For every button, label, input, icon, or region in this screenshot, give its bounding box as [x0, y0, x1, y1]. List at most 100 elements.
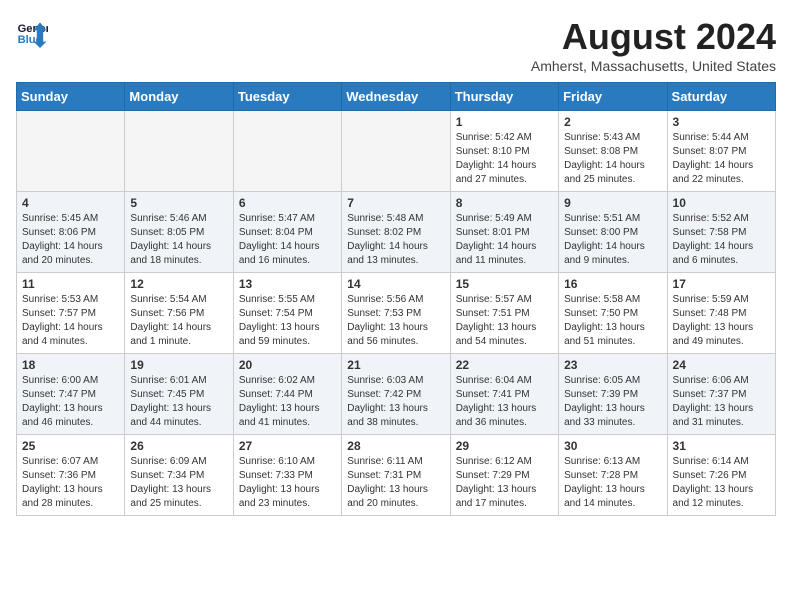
day-number: 11: [22, 277, 119, 291]
day-number: 30: [564, 439, 661, 453]
day-number: 9: [564, 196, 661, 210]
day-number: 23: [564, 358, 661, 372]
table-row: 16 Sunrise: 5:58 AM Sunset: 7:50 PM Dayli…: [559, 273, 667, 354]
table-row: 29Sunrise: 6:12 AM Sunset: 7:29 PM Dayli…: [450, 435, 558, 516]
calendar-week-row: 18Sunrise: 6:00 AM Sunset: 7:47 PM Dayli…: [17, 354, 776, 435]
table-row: 5Sunrise: 5:46 AM Sunset: 8:05 PM Daylig…: [125, 192, 233, 273]
day-number: 25: [22, 439, 119, 453]
header: General Blue August 2024 Amherst, Massac…: [16, 16, 776, 74]
title-area: August 2024 Amherst, Massachusetts, Unit…: [531, 16, 776, 74]
table-row: 30 Sunrise: 6:13 AM Sunset: 7:28 PM Dayli…: [559, 435, 667, 516]
table-row: 7 Sunrise: 5:48 AM Sunset: 8:02 PM Daylig…: [342, 192, 450, 273]
table-row: 4 Sunrise: 5:45 AM Sunset: 8:06 PM Daylig…: [17, 192, 125, 273]
day-number: 16: [564, 277, 661, 291]
table-row: 11 Sunrise: 5:53 AM Sunset: 7:57 PM Dayli…: [17, 273, 125, 354]
day-detail: Sunrise: 5:56 AM Sunset: 7:53 PM Dayligh…: [347, 293, 444, 349]
logo: General Blue: [16, 16, 48, 48]
day-number: 13: [239, 277, 336, 291]
day-number: 14: [347, 277, 444, 291]
table-row: 9 Sunrise: 5:51 AM Sunset: 8:00 PM Daylig…: [559, 192, 667, 273]
day-detail: Sunrise: 5:44 AM Sunset: 8:07 PM Dayligh…: [673, 131, 770, 187]
day-detail: Sunrise: 5:42 AM Sunset: 8:10 PM Dayligh…: [456, 131, 553, 187]
table-row: 13 Sunrise: 5:55 AM Sunset: 7:54 PM Dayli…: [233, 273, 341, 354]
day-number: 19: [130, 358, 227, 372]
table-row: 22 Sunrise: 6:04 AM Sunset: 7:41 PM Dayli…: [450, 354, 558, 435]
table-row: 2 Sunrise: 5:43 AM Sunset: 8:08 PM Daylig…: [559, 111, 667, 192]
day-number: 1: [456, 115, 553, 129]
table-row: [233, 111, 341, 192]
table-row: 8Sunrise: 5:49 AM Sunset: 8:01 PM Daylig…: [450, 192, 558, 273]
day-detail: Sunrise: 6:04 AM Sunset: 7:41 PM Dayligh…: [456, 374, 553, 430]
table-row: 27 Sunrise: 6:10 AM Sunset: 7:33 PM Dayli…: [233, 435, 341, 516]
day-detail: Sunrise: 5:45 AM Sunset: 8:06 PM Dayligh…: [22, 212, 119, 268]
day-detail: Sunrise: 6:09 AM Sunset: 7:34 PM Dayligh…: [130, 455, 227, 511]
day-detail: Sunrise: 5:52 AM Sunset: 7:58 PM Dayligh…: [673, 212, 770, 268]
month-title: August 2024: [531, 16, 776, 58]
day-number: 2: [564, 115, 661, 129]
table-row: 15Sunrise: 5:57 AM Sunset: 7:51 PM Dayli…: [450, 273, 558, 354]
day-detail: Sunrise: 6:01 AM Sunset: 7:45 PM Dayligh…: [130, 374, 227, 430]
table-row: 28Sunrise: 6:11 AM Sunset: 7:31 PM Dayli…: [342, 435, 450, 516]
day-number: 3: [673, 115, 770, 129]
day-detail: Sunrise: 6:05 AM Sunset: 7:39 PM Dayligh…: [564, 374, 661, 430]
day-number: 28: [347, 439, 444, 453]
day-detail: Sunrise: 5:48 AM Sunset: 8:02 PM Dayligh…: [347, 212, 444, 268]
day-number: 6: [239, 196, 336, 210]
table-row: 23 Sunrise: 6:05 AM Sunset: 7:39 PM Dayli…: [559, 354, 667, 435]
weekday-header-wednesday: Wednesday: [342, 83, 450, 111]
location: Amherst, Massachusetts, United States: [531, 58, 776, 74]
day-number: 17: [673, 277, 770, 291]
day-number: 18: [22, 358, 119, 372]
table-row: [17, 111, 125, 192]
calendar-week-row: 1 Sunrise: 5:42 AM Sunset: 8:10 PM Daylig…: [17, 111, 776, 192]
weekday-header-saturday: Saturday: [667, 83, 775, 111]
day-number: 4: [22, 196, 119, 210]
day-number: 27: [239, 439, 336, 453]
day-number: 7: [347, 196, 444, 210]
day-detail: Sunrise: 6:14 AM Sunset: 7:26 PM Dayligh…: [673, 455, 770, 511]
day-detail: Sunrise: 6:10 AM Sunset: 7:33 PM Dayligh…: [239, 455, 336, 511]
weekday-header-friday: Friday: [559, 83, 667, 111]
day-number: 31: [673, 439, 770, 453]
table-row: 25 Sunrise: 6:07 AM Sunset: 7:36 PM Dayli…: [17, 435, 125, 516]
day-detail: Sunrise: 5:43 AM Sunset: 8:08 PM Dayligh…: [564, 131, 661, 187]
calendar-week-row: 4 Sunrise: 5:45 AM Sunset: 8:06 PM Daylig…: [17, 192, 776, 273]
table-row: 6 Sunrise: 5:47 AM Sunset: 8:04 PM Daylig…: [233, 192, 341, 273]
day-detail: Sunrise: 5:54 AM Sunset: 7:56 PM Dayligh…: [130, 293, 227, 349]
day-detail: Sunrise: 5:51 AM Sunset: 8:00 PM Dayligh…: [564, 212, 661, 268]
day-number: 20: [239, 358, 336, 372]
day-detail: Sunrise: 6:07 AM Sunset: 7:36 PM Dayligh…: [22, 455, 119, 511]
table-row: 31 Sunrise: 6:14 AM Sunset: 7:26 PM Dayli…: [667, 435, 775, 516]
table-row: [342, 111, 450, 192]
day-detail: Sunrise: 6:13 AM Sunset: 7:28 PM Dayligh…: [564, 455, 661, 511]
day-detail: Sunrise: 5:59 AM Sunset: 7:48 PM Dayligh…: [673, 293, 770, 349]
table-row: 12 Sunrise: 5:54 AM Sunset: 7:56 PM Dayli…: [125, 273, 233, 354]
table-row: 20 Sunrise: 6:02 AM Sunset: 7:44 PM Dayli…: [233, 354, 341, 435]
table-row: [125, 111, 233, 192]
table-row: 17 Sunrise: 5:59 AM Sunset: 7:48 PM Dayli…: [667, 273, 775, 354]
table-row: 21 Sunrise: 6:03 AM Sunset: 7:42 PM Dayli…: [342, 354, 450, 435]
day-number: 8: [456, 196, 553, 210]
table-row: 24Sunrise: 6:06 AM Sunset: 7:37 PM Dayli…: [667, 354, 775, 435]
day-detail: Sunrise: 5:58 AM Sunset: 7:50 PM Dayligh…: [564, 293, 661, 349]
calendar-week-row: 11 Sunrise: 5:53 AM Sunset: 7:57 PM Dayli…: [17, 273, 776, 354]
table-row: 14 Sunrise: 5:56 AM Sunset: 7:53 PM Dayli…: [342, 273, 450, 354]
logo-icon: General Blue: [16, 16, 48, 48]
day-detail: Sunrise: 6:03 AM Sunset: 7:42 PM Dayligh…: [347, 374, 444, 430]
day-number: 12: [130, 277, 227, 291]
day-number: 26: [130, 439, 227, 453]
table-row: 26 Sunrise: 6:09 AM Sunset: 7:34 PM Dayli…: [125, 435, 233, 516]
day-detail: Sunrise: 6:02 AM Sunset: 7:44 PM Dayligh…: [239, 374, 336, 430]
day-detail: Sunrise: 5:53 AM Sunset: 7:57 PM Dayligh…: [22, 293, 119, 349]
weekday-header-row: SundayMondayTuesdayWednesdayThursdayFrid…: [17, 83, 776, 111]
calendar-week-row: 25 Sunrise: 6:07 AM Sunset: 7:36 PM Dayli…: [17, 435, 776, 516]
weekday-header-thursday: Thursday: [450, 83, 558, 111]
weekday-header-monday: Monday: [125, 83, 233, 111]
table-row: 18Sunrise: 6:00 AM Sunset: 7:47 PM Dayli…: [17, 354, 125, 435]
day-number: 22: [456, 358, 553, 372]
day-detail: Sunrise: 5:47 AM Sunset: 8:04 PM Dayligh…: [239, 212, 336, 268]
day-detail: Sunrise: 5:55 AM Sunset: 7:54 PM Dayligh…: [239, 293, 336, 349]
day-detail: Sunrise: 6:06 AM Sunset: 7:37 PM Dayligh…: [673, 374, 770, 430]
day-number: 21: [347, 358, 444, 372]
day-detail: Sunrise: 5:46 AM Sunset: 8:05 PM Dayligh…: [130, 212, 227, 268]
